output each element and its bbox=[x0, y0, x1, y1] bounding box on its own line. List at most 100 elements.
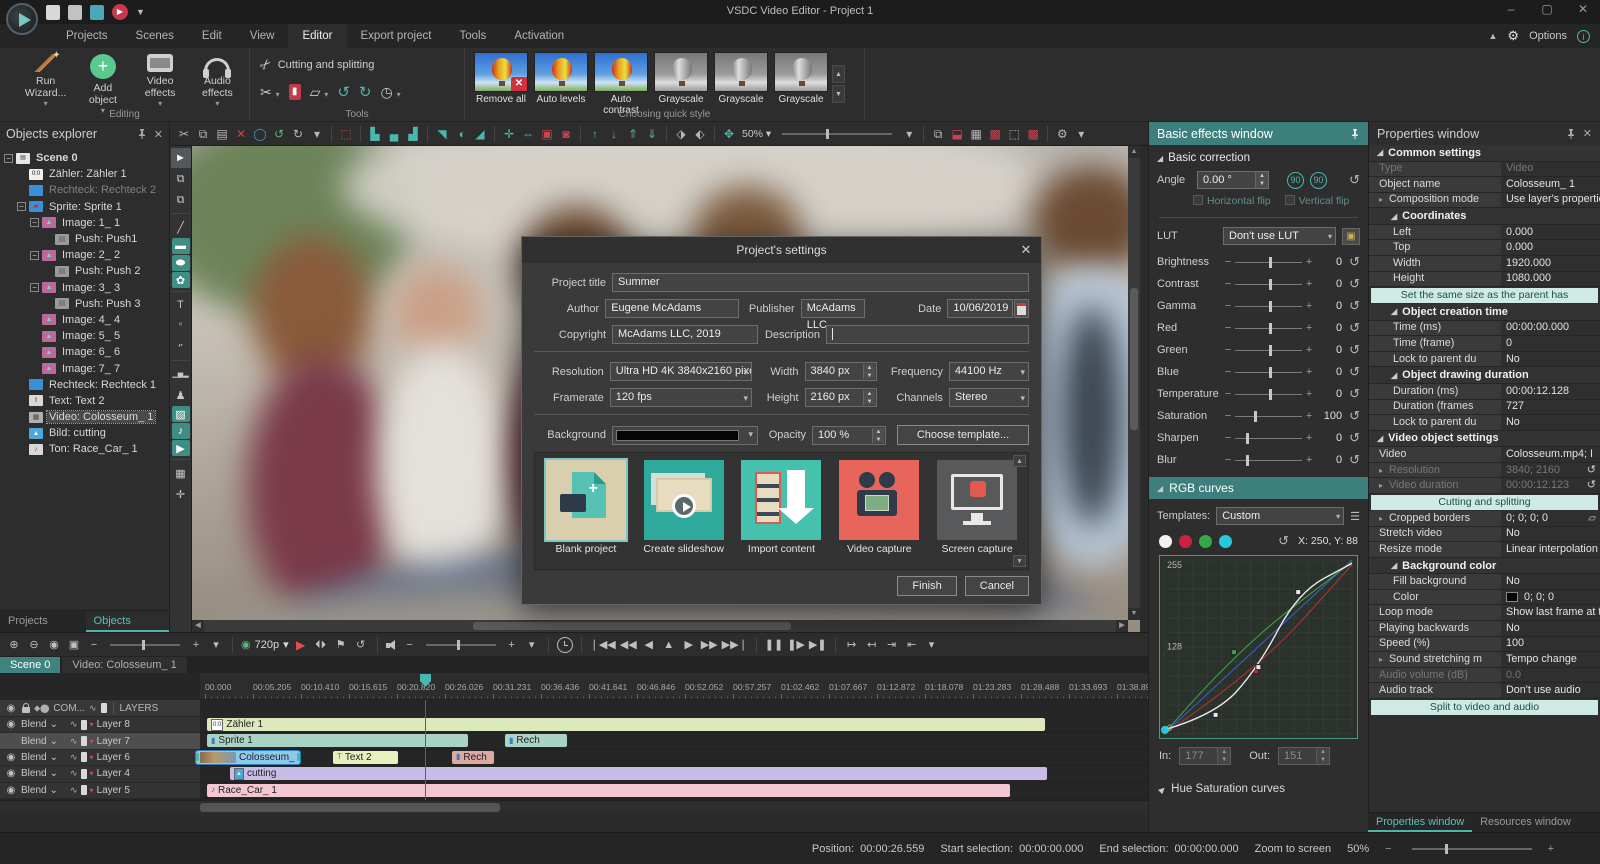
hue-saturation-curves-section[interactable]: ▶ Hue Saturation curves bbox=[1149, 773, 1368, 805]
clip-rech[interactable]: ▮Rech bbox=[505, 734, 567, 747]
tree-item-image-7-7[interactable]: ▲Image: 7_ 7 bbox=[0, 360, 169, 376]
set-markers-icon[interactable]: ⏴⏵ bbox=[313, 636, 329, 654]
tree-item-ton-race-car-1[interactable]: ♪Ton: Race_Car_ 1 bbox=[0, 441, 169, 457]
slider-thumb[interactable] bbox=[1269, 367, 1272, 378]
menu-tab-export-project[interactable]: Export project bbox=[347, 24, 446, 48]
slider-minus-icon[interactable]: − bbox=[1223, 256, 1233, 268]
background-color-select[interactable] bbox=[612, 426, 758, 445]
step-pause-icon[interactable]: ▶❚ bbox=[809, 636, 827, 654]
property-row-color[interactable]: Color0; 0; 0 bbox=[1369, 590, 1600, 606]
slider-thumb[interactable] bbox=[1269, 345, 1272, 356]
deselect-icon[interactable]: ◯ bbox=[252, 125, 268, 143]
snap-objects-icon[interactable]: ⬓ bbox=[949, 125, 965, 143]
pause-icon[interactable]: ❚❚ bbox=[765, 636, 783, 654]
tree-expander-icon[interactable]: − bbox=[30, 251, 39, 260]
next-scene-icon[interactable]: ▶▶ bbox=[701, 636, 718, 654]
zoom-out-icon[interactable]: − bbox=[1385, 843, 1391, 855]
property-group-background-color[interactable]: ◢Background color bbox=[1369, 558, 1600, 575]
gallery-scroll-down-icon[interactable]: ▼ bbox=[1013, 555, 1026, 567]
tooltip-tool-icon[interactable]: ❛❜ bbox=[171, 337, 191, 357]
video-tool-icon[interactable]: ▶ bbox=[172, 440, 190, 456]
go-start-icon[interactable]: ❘◀◀ bbox=[590, 636, 616, 654]
pan-icon[interactable]: ✥ bbox=[721, 125, 737, 143]
tree-item-image-1-1[interactable]: −▲Image: 1_ 1 bbox=[0, 215, 169, 231]
tree-item-push-push1[interactable]: ▤Push: Push1 bbox=[0, 231, 169, 247]
slider-thumb[interactable] bbox=[1269, 257, 1272, 268]
menu-tab-edit[interactable]: Edit bbox=[188, 24, 236, 48]
property-group-object-creation-time[interactable]: ◢Object creation time bbox=[1369, 304, 1600, 321]
tree-expander-icon[interactable]: − bbox=[30, 218, 39, 227]
layer-waveform-icon[interactable]: ∿ bbox=[70, 752, 78, 763]
clip-race-car-1[interactable]: ♪Race_Car_ 1 bbox=[207, 784, 1010, 797]
slider-minus-icon[interactable]: − bbox=[1223, 278, 1233, 290]
curve-options-icon[interactable]: ☰ bbox=[1350, 510, 1360, 523]
undo-icon[interactable]: ↺ bbox=[271, 125, 287, 143]
curve-in-input[interactable]: 177▲▼ bbox=[1179, 747, 1231, 765]
trim-start-icon[interactable]: ⇥ bbox=[884, 636, 900, 654]
channel-cyan-dot[interactable] bbox=[1219, 535, 1232, 548]
layer-visibility-icon[interactable]: ◉ bbox=[4, 768, 18, 779]
slider-plus-icon[interactable]: + bbox=[1304, 366, 1314, 378]
project-title-input[interactable]: Summer bbox=[612, 273, 1029, 292]
copyright-input[interactable]: McAdams LLC, 2019 bbox=[612, 325, 758, 344]
template-video-capture[interactable]: Video capture bbox=[838, 460, 920, 562]
collapse-triangle-icon[interactable]: ◢ bbox=[1157, 484, 1163, 493]
slider-plus-icon[interactable]: + bbox=[1304, 256, 1314, 268]
tree-item-image-3-3[interactable]: −▲Image: 3_ 3 bbox=[0, 280, 169, 296]
layer-effects-icon[interactable] bbox=[81, 769, 87, 779]
timeline-tab-video-colosseum-1[interactable]: Video: Colosseum_ 1 bbox=[62, 657, 186, 673]
tree-item-sprite-sprite-1[interactable]: −▰Sprite: Sprite 1 bbox=[0, 199, 169, 215]
quick-style-auto-levels[interactable]: Auto levels bbox=[533, 52, 589, 116]
slider-minus-icon[interactable]: − bbox=[1223, 344, 1233, 356]
property-value[interactable]: Colosseum.mp4; I bbox=[1501, 447, 1600, 462]
image-tool-icon[interactable]: ▨ bbox=[172, 406, 190, 422]
info-icon[interactable]: i bbox=[1577, 30, 1590, 43]
slider-minus-icon[interactable]: − bbox=[1223, 454, 1233, 466]
blend-mode-select[interactable]: Blend⌄ bbox=[21, 785, 67, 796]
run-wizard-button[interactable]: Run Wizard...▾ bbox=[22, 52, 69, 108]
visibility-column-icon[interactable]: ◉ bbox=[4, 703, 18, 714]
paste-icon[interactable]: ▤ bbox=[214, 125, 230, 143]
selection-to-cursor-icon[interactable]: ↦ bbox=[844, 636, 860, 654]
property-row-playing-backwards[interactable]: Playing backwardsNo bbox=[1369, 621, 1600, 637]
crop-icon[interactable]: ▱ bbox=[1588, 511, 1596, 526]
canvas-scroll-left-icon[interactable]: ◀ bbox=[192, 620, 204, 632]
vertical-flip-checkbox[interactable]: Vertical flip bbox=[1285, 195, 1350, 207]
slider-track[interactable] bbox=[1235, 262, 1302, 263]
property-value[interactable]: Tempo change bbox=[1501, 652, 1600, 667]
align-left-icon[interactable]: ▙ bbox=[367, 125, 383, 143]
expand-arrow-icon[interactable]: ▸ bbox=[1379, 652, 1386, 667]
property-value[interactable]: 1920.000 bbox=[1501, 256, 1600, 271]
scene-objects-icon[interactable]: ⧉ bbox=[930, 125, 946, 143]
property-value[interactable]: No bbox=[1501, 352, 1600, 367]
menu-tab-tools[interactable]: Tools bbox=[445, 24, 500, 48]
zoom-options-caret-icon[interactable]: ▾ bbox=[901, 125, 917, 143]
quick-style-auto-contrast[interactable]: Auto contrast bbox=[593, 52, 649, 116]
reset-icon[interactable]: ↺ bbox=[1587, 463, 1596, 478]
expand-arrow-icon[interactable]: ▸ bbox=[1379, 193, 1386, 208]
cancel-button[interactable]: Cancel bbox=[965, 576, 1029, 596]
prev-frame-icon[interactable]: ◀ bbox=[641, 636, 657, 654]
movement-tool-icon[interactable]: ✛ bbox=[171, 484, 191, 504]
trim-end-icon[interactable]: ⇤ bbox=[904, 636, 920, 654]
audio-effects-button[interactable]: Audio effects▾ bbox=[194, 52, 241, 108]
gallery-scrollbar[interactable]: ▲▼ bbox=[1013, 455, 1026, 567]
volume-icon[interactable] bbox=[386, 639, 398, 651]
curve-templates-select[interactable]: Custom bbox=[1216, 507, 1344, 525]
lock-column-icon[interactable] bbox=[22, 707, 30, 713]
cursor-to-selection-icon[interactable]: ↤ bbox=[864, 636, 880, 654]
property-group-video-object-settings[interactable]: ◢Video object settings bbox=[1369, 431, 1600, 448]
property-row-height[interactable]: Height1080.000 bbox=[1369, 272, 1600, 288]
vsdc-logo[interactable] bbox=[6, 3, 38, 35]
property-row-object-name[interactable]: Object nameColosseum_ 1 bbox=[1369, 177, 1600, 193]
menu-tab-scenes[interactable]: Scenes bbox=[122, 24, 188, 48]
canvas-vertical-scrollbar[interactable]: ▲ ▼ bbox=[1128, 146, 1140, 620]
property-row-type[interactable]: TypeVideo bbox=[1369, 162, 1600, 178]
tree-expander-icon[interactable]: − bbox=[17, 202, 26, 211]
property-value[interactable]: 0.0 bbox=[1501, 668, 1600, 683]
property-value[interactable]: Show last frame at the bbox=[1501, 605, 1600, 620]
property-value[interactable]: 727 bbox=[1501, 400, 1600, 415]
transport-options-caret-icon[interactable]: ▾ bbox=[924, 636, 940, 654]
quick-style-grayscale[interactable]: Grayscale bbox=[713, 52, 769, 116]
go-end-icon[interactable]: ▶▶❘ bbox=[722, 636, 748, 654]
